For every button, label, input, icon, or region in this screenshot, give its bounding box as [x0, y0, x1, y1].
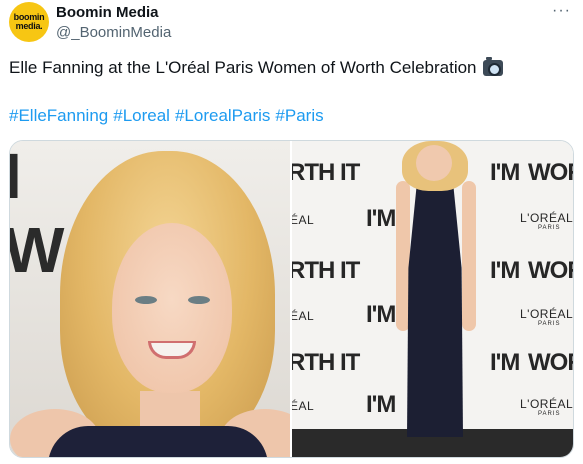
backdrop-logo: ÉAL: [292, 399, 315, 413]
backdrop-logo: PARIS: [538, 411, 561, 417]
hashtag-link[interactable]: #LorealParis: [175, 106, 270, 126]
backdrop-text: WORTH: [528, 349, 573, 376]
backdrop-text: WORT: [528, 159, 573, 186]
hashtag-link[interactable]: #ElleFanning: [9, 106, 108, 126]
photo-full-length[interactable]: RTH IT I'M WORT ÉAL I'M L'ORÉAL PARIS RT…: [292, 141, 573, 457]
backdrop-logo: ÉAL: [292, 309, 315, 323]
hashtag-link[interactable]: #Paris: [275, 106, 323, 126]
photo-closeup[interactable]: I WORTH: [10, 141, 290, 457]
backdrop-text: RTH IT: [292, 349, 360, 376]
backdrop-text: I'M: [366, 391, 396, 418]
backdrop-logo: L'ORÉAL: [520, 211, 573, 225]
face-shape: [416, 145, 452, 181]
dress-shape: [48, 426, 268, 457]
backdrop-text: I'M: [490, 349, 520, 376]
hashtags: #ElleFanning #Loreal #LorealParis #Paris: [9, 106, 324, 126]
avatar[interactable]: boomin media.: [9, 2, 49, 42]
media-grid: I WORTH RTH IT I'M WORT ÉAL I'M L'ORÉAL …: [9, 140, 574, 458]
more-options-icon[interactable]: ···: [552, 2, 571, 20]
backdrop-logo: L'ORÉAL: [520, 307, 573, 321]
backdrop-logo: L'ORÉAL: [520, 397, 573, 411]
backdrop-text: I'M: [366, 301, 396, 328]
gown-shape: [407, 177, 463, 437]
backdrop-text: RTH IT: [292, 257, 360, 284]
backdrop-logo: ÉAL: [292, 213, 315, 227]
post-text: Elle Fanning at the L'Oréal Paris Women …: [9, 57, 503, 78]
display-name[interactable]: Boomin Media: [56, 4, 159, 21]
backdrop-text: I'M: [490, 257, 520, 284]
face-shape: [112, 223, 232, 393]
backdrop-logo: PARIS: [538, 225, 561, 231]
backdrop-text: I'M: [490, 159, 520, 186]
user-handle[interactable]: @_BoominMedia: [56, 24, 171, 41]
backdrop-text: WORT: [528, 257, 573, 284]
avatar-logo-text: media.: [15, 21, 43, 31]
backdrop-text: RTH IT: [292, 159, 360, 186]
backdrop-text: I'M: [366, 205, 396, 232]
camera-with-flash-icon: [482, 57, 503, 76]
backdrop-logo: PARIS: [538, 321, 561, 327]
hashtag-link[interactable]: #Loreal: [113, 106, 170, 126]
post-text-body: Elle Fanning at the L'Oréal Paris Women …: [9, 58, 477, 77]
